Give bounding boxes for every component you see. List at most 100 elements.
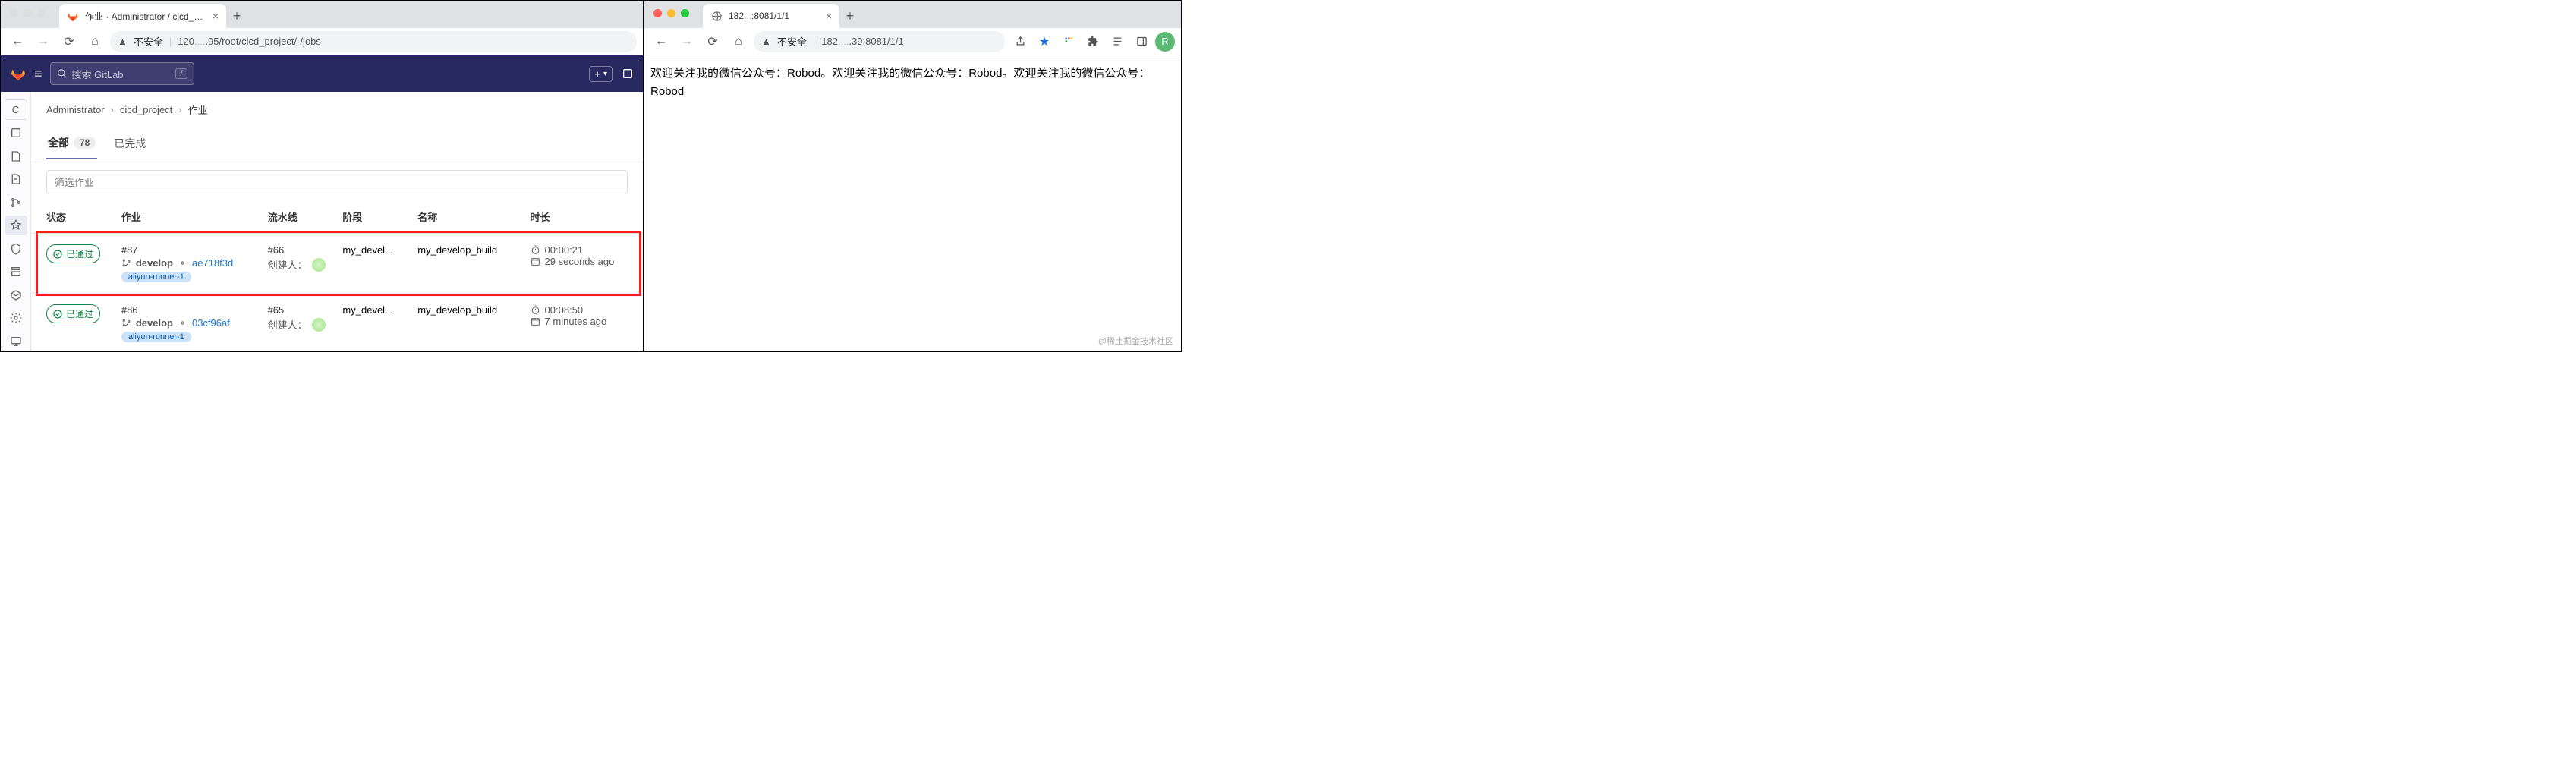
search-icon: [57, 68, 68, 79]
profile-avatar[interactable]: R: [1155, 32, 1175, 52]
stopwatch-icon: [531, 245, 540, 255]
job-name[interactable]: my_develop_build: [417, 244, 530, 256]
traffic-close[interactable]: [653, 9, 662, 17]
creator-label: 创建人：: [268, 257, 307, 272]
breadcrumb: Administrator › cicd_project › 作业: [31, 92, 643, 127]
url-text: 182.....39:8081/1/1: [821, 36, 903, 47]
col-duration: 时长: [531, 209, 628, 224]
traffic-close[interactable]: [10, 9, 18, 17]
reload-button[interactable]: ⟳: [58, 31, 80, 52]
col-status: 状态: [46, 209, 121, 224]
calendar-icon: [531, 316, 540, 326]
status-text: 已通过: [66, 307, 93, 320]
back-button[interactable]: ←: [650, 31, 672, 52]
forward-button[interactable]: →: [676, 31, 698, 52]
traffic-max[interactable]: [681, 9, 689, 17]
traffic-lights: [10, 9, 59, 28]
sidebar-item-monitor[interactable]: [5, 332, 27, 351]
browser-tab[interactable]: 作业 · Administrator / cicd_pro… ×: [59, 4, 226, 28]
home-button[interactable]: ⌂: [728, 31, 749, 52]
traffic-min[interactable]: [667, 9, 675, 17]
window-titlebar: 作业 · Administrator / cicd_pro… × +: [1, 1, 643, 28]
filter-input[interactable]: [46, 170, 628, 194]
job-id[interactable]: #86: [121, 304, 268, 316]
pipeline-id[interactable]: #66: [268, 244, 343, 256]
branch-name[interactable]: develop: [136, 317, 173, 329]
sidebar-item-deploy[interactable]: [5, 262, 27, 282]
runner-tag[interactable]: aliyun-runner-1: [121, 272, 191, 282]
job-id[interactable]: #87: [121, 244, 268, 256]
col-name: 名称: [417, 209, 530, 224]
status-badge[interactable]: 已通过: [46, 304, 100, 323]
sidebar-item-merge[interactable]: [5, 192, 27, 212]
gitlab-main: Administrator › cicd_project › 作业 全部 78 …: [31, 92, 643, 351]
hamburger-menu-icon[interactable]: ≡: [34, 66, 43, 82]
reading-list-icon[interactable]: [1107, 31, 1128, 52]
sidebar-icon[interactable]: [1131, 31, 1152, 52]
reload-button[interactable]: ⟳: [702, 31, 723, 52]
window-titlebar: 182...:8081/1/1 × +: [644, 1, 1181, 28]
page-content: 欢迎关注我的微信公众号：Robod。欢迎关注我的微信公众号：Robod。欢迎关注…: [644, 55, 1181, 110]
branch-icon: [121, 258, 131, 268]
sidebar-item-infra[interactable]: [5, 308, 27, 329]
branch-name[interactable]: develop: [136, 257, 173, 269]
pipeline-id[interactable]: #65: [268, 304, 343, 316]
commit-sha[interactable]: 03cf96af: [192, 317, 230, 329]
sidebar-project-letter[interactable]: C: [5, 99, 27, 120]
sidebar-item-repo[interactable]: [5, 146, 27, 166]
tab-all[interactable]: 全部 78: [46, 127, 97, 159]
jobs-tabs: 全部 78 已完成: [31, 127, 643, 159]
home-button[interactable]: ⌂: [84, 31, 105, 52]
traffic-max[interactable]: [37, 9, 46, 17]
sidebar-item-security[interactable]: [5, 238, 27, 259]
back-button[interactable]: ←: [7, 31, 28, 52]
create-new-button[interactable]: + ▾: [589, 66, 613, 82]
duration: 00:08:50: [531, 304, 628, 316]
gitlab-header: ≡ 搜索 GitLab / + ▾: [1, 55, 643, 92]
tab-finished-label: 已完成: [114, 136, 146, 151]
sidebar-item-cicd[interactable]: [5, 216, 27, 236]
browser-toolbar: ← → ⟳ ⌂ ▲ 不安全 | 120.....95/root/cicd_pro…: [1, 28, 643, 55]
sidebar-item-issues[interactable]: [5, 169, 27, 190]
browser-toolbar: ← → ⟳ ⌂ ▲ 不安全 | 182.....39:8081/1/1 ★ R: [644, 28, 1181, 55]
commit-icon: [178, 318, 187, 328]
job-row[interactable]: 已通过 #87 develop ae718f3d aliyun-runner-1…: [31, 234, 643, 294]
share-icon[interactable]: [1009, 31, 1031, 52]
tab-finished[interactable]: 已完成: [112, 128, 147, 159]
address-bar[interactable]: ▲ 不安全 | 120.....95/root/cicd_project/-/j…: [110, 31, 637, 52]
creator-avatar[interactable]: [312, 258, 326, 272]
breadcrumb-admin[interactable]: Administrator: [46, 104, 105, 115]
address-bar[interactable]: ▲ 不安全 | 182.....39:8081/1/1: [754, 31, 1005, 52]
stage-name: my_devel...: [342, 244, 417, 256]
gitlab-search[interactable]: 搜索 GitLab /: [50, 62, 194, 85]
issues-icon[interactable]: [622, 68, 634, 80]
table-header: 状态 作业 流水线 阶段 名称 时长: [31, 200, 643, 234]
new-tab-button[interactable]: +: [839, 4, 861, 28]
tab-all-count: 78: [74, 137, 96, 149]
forward-button[interactable]: →: [33, 31, 54, 52]
extensions-icon[interactable]: [1082, 31, 1104, 52]
gitlab-sidebar: C: [1, 92, 31, 351]
col-stage: 阶段: [342, 209, 417, 224]
status-badge[interactable]: 已通过: [46, 244, 100, 263]
tab-close-icon[interactable]: ×: [826, 10, 832, 22]
stage-name: my_devel...: [342, 304, 417, 316]
apps-icon[interactable]: [1058, 31, 1079, 52]
gitlab-logo-icon[interactable]: [10, 65, 27, 82]
chevron-down-icon: ▾: [603, 70, 607, 78]
new-tab-button[interactable]: +: [226, 4, 247, 28]
job-name[interactable]: my_develop_build: [417, 304, 530, 316]
creator-avatar[interactable]: [312, 318, 326, 332]
browser-tab[interactable]: 182...:8081/1/1 ×: [703, 4, 839, 28]
commit-sha[interactable]: ae718f3d: [192, 257, 233, 269]
sidebar-item-project[interactable]: [5, 123, 27, 143]
sidebar-item-packages[interactable]: [5, 285, 27, 305]
tab-all-label: 全部: [48, 135, 69, 150]
tab-title: 182...:8081/1/1: [729, 11, 820, 21]
traffic-min[interactable]: [24, 9, 32, 17]
tab-close-icon[interactable]: ×: [213, 10, 219, 22]
breadcrumb-project[interactable]: cicd_project: [120, 104, 172, 115]
job-row[interactable]: 已通过 #86 develop 03cf96af aliyun-runner-1…: [31, 294, 643, 351]
star-icon[interactable]: ★: [1034, 31, 1055, 52]
runner-tag[interactable]: aliyun-runner-1: [121, 332, 191, 342]
